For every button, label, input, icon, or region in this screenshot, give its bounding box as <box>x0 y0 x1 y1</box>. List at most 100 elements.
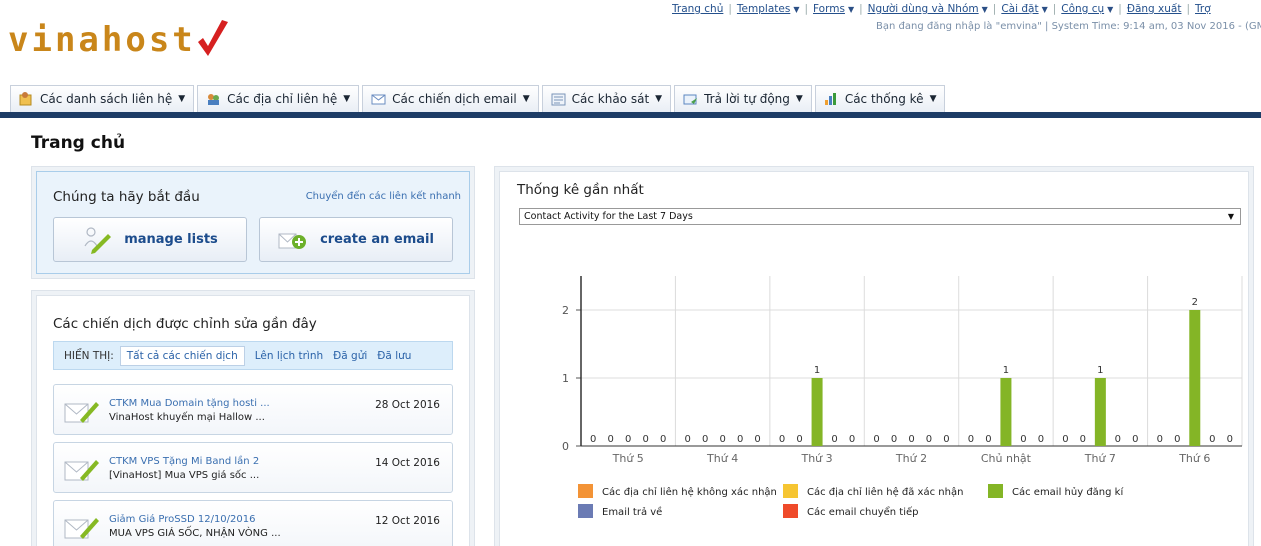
legend-label: Các địa chỉ liên hệ không xác nhận <box>602 486 777 498</box>
x-tick-label: Thứ 3 <box>800 452 832 465</box>
chart-bar <box>1189 310 1201 446</box>
contact-activity-chart: 0120 0 0 0 0Thứ 50 0 0 0 0Thứ 40 010 0Thứ 30 0 0 0 0Th… <box>562 276 1243 518</box>
campaign-filter-bar: HIỂN THỊ: Tất cả các chiến dịch Lên lịch… <box>53 341 453 370</box>
bar-value-label: 0 <box>684 434 690 445</box>
tab-label: Các thống kê <box>844 92 924 106</box>
logo-text: vinahost <box>8 20 196 60</box>
bar-value-label: 0 <box>608 434 614 445</box>
bar-value-label: 0 <box>1020 434 1026 445</box>
campaign-name-link[interactable]: Giảm Giá ProSSD 12/10/2016 <box>109 514 255 525</box>
link-separator: | <box>1186 3 1191 15</box>
tab-label: Trả lời tự động <box>704 92 790 106</box>
legend-swatch <box>578 484 593 498</box>
bar-value-label: 0 <box>660 434 666 445</box>
link-separator: | <box>1052 3 1057 15</box>
bar-value-label: 1 <box>814 365 820 376</box>
campaign-item[interactable]: Giảm Giá ProSSD 12/10/2016 MUA VPS GIÁ S… <box>53 500 453 546</box>
tab-email-campaigns[interactable]: Các chiến dịch email ▼ <box>362 85 539 112</box>
filter-all-campaigns[interactable]: Tất cả các chiến dịch <box>119 345 245 366</box>
system-status-line: Bạn đang đăng nhập là "emvina" | System … <box>876 21 1261 32</box>
bar-value-label: 0 <box>1062 434 1068 445</box>
recent-campaigns-panel: Các chiến dịch được chỉnh sửa gần đây HI… <box>31 290 475 546</box>
chevron-down-icon: ▼ <box>343 94 351 104</box>
create-email-button[interactable]: create an email <box>259 217 453 262</box>
tab-contact-lists[interactable]: Các danh sách liên hệ ▼ <box>10 85 195 112</box>
campaign-email-icon <box>64 402 99 423</box>
top-link[interactable]: Công cụ <box>1061 3 1104 15</box>
top-link[interactable]: Templates <box>737 3 790 15</box>
campaign-name-link[interactable]: CTKM VPS Tặng Mi Band lần 2 <box>109 456 259 467</box>
chart-bar <box>1000 378 1012 446</box>
bar-value-label: 0 <box>968 434 974 445</box>
top-link[interactable]: Người dùng và Nhóm <box>868 3 979 15</box>
bar-value-label: 1 <box>1097 365 1103 376</box>
main-tabs: Các danh sách liên hệ ▼ Các địa chỉ liên … <box>10 85 948 112</box>
quick-links-link[interactable]: Chuyển đến các liên kết nhanh <box>306 191 461 202</box>
manage-lists-button[interactable]: manage lists <box>53 217 247 262</box>
campaign-subject: MUA VPS GIÁ SỐC, NHẬN VÒNG ... <box>109 528 281 539</box>
filter-scheduled[interactable]: Lên lịch trình <box>255 350 323 362</box>
chevron-down-icon: ▼ <box>795 94 803 104</box>
getting-started-title: Chúng ta hãy bắt đầu <box>53 189 200 205</box>
legend-label: Các email chuyển tiếp <box>807 505 919 518</box>
bar-value-label: 0 <box>702 434 708 445</box>
campaign-name-link[interactable]: CTKM Mua Domain tặng hosti ... <box>109 398 270 409</box>
top-links: Trang chủ | Templates ▼ | Forms ▼ | Người dùng v… <box>672 3 1261 15</box>
bar-value-label: 0 <box>796 434 802 445</box>
top-link[interactable]: Trang chủ <box>672 3 723 15</box>
statistics-icon <box>824 92 839 106</box>
bar-value-label: 0 <box>891 434 897 445</box>
top-link[interactable]: Forms <box>813 3 845 15</box>
tab-statistics[interactable]: Các thống kê ▼ <box>814 85 946 112</box>
legend-swatch <box>783 484 798 498</box>
top-link[interactable]: Trợ <box>1195 3 1211 15</box>
y-tick-label: 2 <box>562 304 569 317</box>
bar-value-label: 0 <box>1132 434 1138 445</box>
top-link[interactable]: Đăng xuất <box>1127 3 1182 15</box>
tab-surveys[interactable]: Các khảo sát ▼ <box>541 85 672 112</box>
chart-bar <box>1094 378 1106 446</box>
contacts-icon <box>206 92 221 106</box>
filter-saved[interactable]: Đã lưu <box>377 350 411 362</box>
campaign-date: 28 Oct 2016 <box>375 399 440 411</box>
tab-autoresponders[interactable]: Trả lời tự động ▼ <box>674 85 812 112</box>
campaign-item[interactable]: CTKM Mua Domain tặng hosti ... VinaHost … <box>53 384 453 435</box>
chevron-down-icon: ▼ <box>178 94 186 104</box>
getting-started-inner: Chúng ta hãy bắt đầu Chuyển đến các liên… <box>36 171 470 274</box>
bar-value-label: 0 <box>1157 434 1163 445</box>
tab-contacts[interactable]: Các địa chỉ liên hệ ▼ <box>197 85 360 112</box>
x-tick-label: Thứ 5 <box>612 452 644 465</box>
link-separator: | <box>992 3 997 15</box>
bar-value-label: 0 <box>719 434 725 445</box>
campaign-email-icon <box>64 460 99 481</box>
survey-icon <box>551 92 566 106</box>
chevron-down-icon: ▼ <box>847 5 855 14</box>
recent-campaigns-inner: Các chiến dịch được chỉnh sửa gần đây HI… <box>36 295 470 546</box>
recent-campaigns-title: Các chiến dịch được chỉnh sửa gần đây <box>53 316 317 332</box>
bar-value-label: 0 <box>1174 434 1180 445</box>
bar-value-label: 0 <box>926 434 932 445</box>
email-icon <box>371 92 386 106</box>
bar-value-label: 0 <box>1080 434 1086 445</box>
filter-label: HIỂN THỊ: <box>64 349 114 362</box>
top-link[interactable]: Cài đặt <box>1001 3 1038 15</box>
bar-value-label: 0 <box>625 434 631 445</box>
vinahost-logo[interactable]: vinahost <box>8 10 230 62</box>
create-email-icon <box>278 233 307 249</box>
legend-label: Các email hủy đăng kí <box>1012 486 1124 498</box>
bar-value-label: 0 <box>1038 434 1044 445</box>
campaign-item[interactable]: CTKM VPS Tặng Mi Band lần 2 [VinaHost] M… <box>53 442 453 493</box>
recent-stats-inner: Thống kê gần nhất Contact Activity for t… <box>499 171 1249 546</box>
chevron-down-icon: ▼ <box>929 94 937 104</box>
bar-value-label: 0 <box>985 434 991 445</box>
legend-swatch <box>988 484 1003 498</box>
link-separator: | <box>804 3 809 15</box>
manage-lists-icon <box>84 226 112 254</box>
nav-divider-bar <box>0 112 1261 118</box>
create-email-label: create an email <box>320 232 434 247</box>
recent-stats-panel: Thống kê gần nhất Contact Activity for t… <box>494 166 1254 546</box>
bar-value-label: 1 <box>1003 365 1009 376</box>
bar-value-label: 0 <box>1209 434 1215 445</box>
bar-value-label: 0 <box>849 434 855 445</box>
filter-sent[interactable]: Đã gửi <box>333 350 367 362</box>
